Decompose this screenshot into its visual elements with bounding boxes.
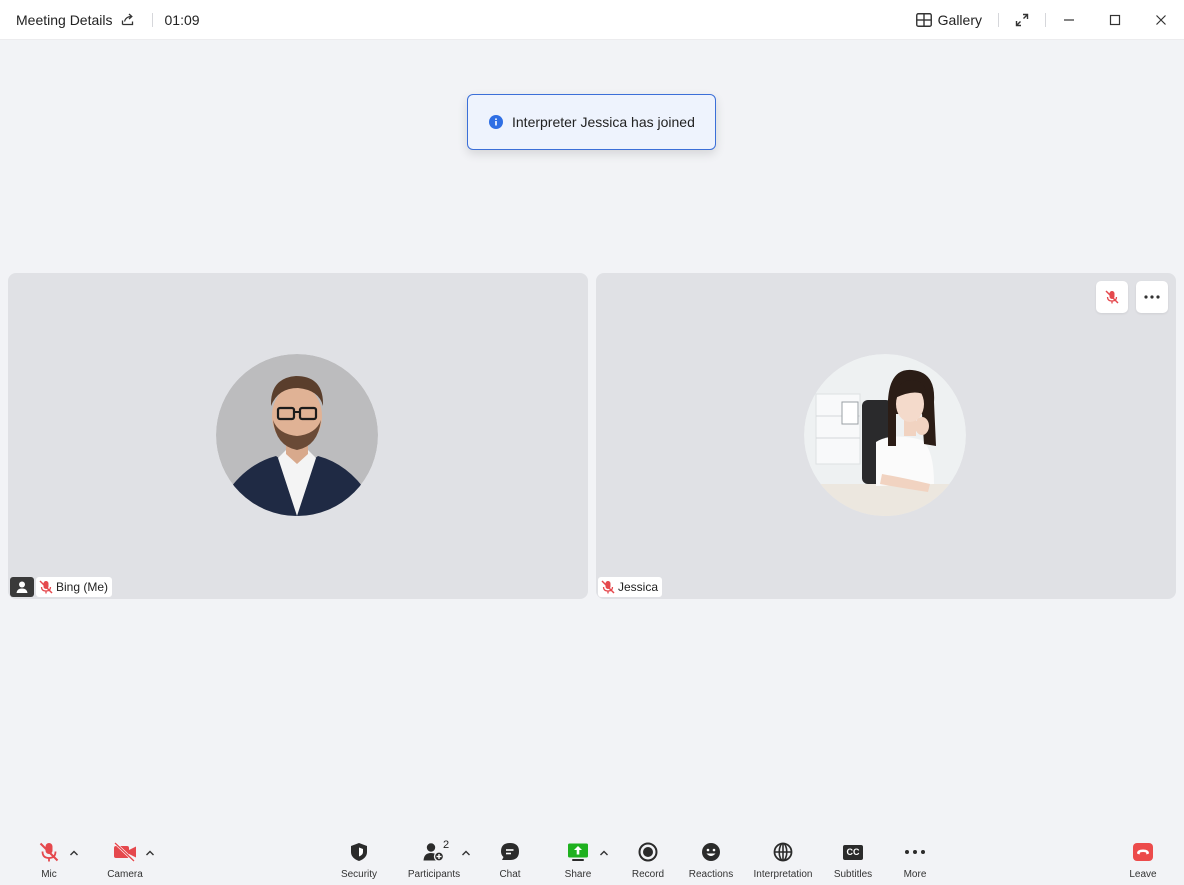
share-options-caret[interactable] — [599, 844, 609, 862]
participants-button[interactable]: Participants — [406, 835, 462, 885]
chat-label: Chat — [499, 869, 521, 880]
meeting-details-label: Meeting Details — [16, 11, 113, 28]
subtitles-button[interactable]: CC Subtitles — [831, 835, 875, 885]
mic-muted-icon — [601, 580, 615, 594]
chevron-up-icon — [600, 850, 608, 856]
security-button[interactable]: Security — [339, 835, 379, 885]
record-icon — [638, 842, 658, 862]
participants-options-caret[interactable] — [461, 844, 471, 862]
meeting-timer: 01:09 — [164, 11, 200, 28]
share-screen-icon — [568, 843, 588, 861]
more-dots-icon — [905, 850, 925, 854]
meeting-details-button[interactable]: Meeting Details — [16, 12, 134, 28]
name-label-bing: Bing (Me) — [36, 577, 113, 597]
tile-more-button[interactable] — [1136, 281, 1168, 313]
camera-off-icon — [114, 842, 136, 862]
mic-options-caret[interactable] — [69, 844, 79, 862]
subtitles-label: Subtitles — [833, 869, 873, 880]
chat-button[interactable]: Chat — [495, 835, 525, 885]
chevron-up-icon — [70, 850, 78, 856]
remote-mute-button[interactable] — [1096, 281, 1128, 313]
participants-count-badge: 2 — [443, 839, 450, 851]
globe-icon — [773, 842, 793, 862]
leave-label: Leave — [1129, 869, 1157, 880]
fullscreen-button[interactable] — [999, 0, 1045, 40]
title-bar-left: Meeting Details 01:09 — [0, 0, 200, 39]
participants-label: Participants — [407, 869, 461, 880]
minimize-button[interactable] — [1046, 0, 1092, 40]
grid-icon — [915, 12, 932, 27]
shield-icon — [351, 843, 367, 861]
share-button[interactable]: Share — [563, 835, 593, 885]
info-icon — [489, 115, 503, 129]
participant-name: Jessica — [618, 580, 659, 594]
mic-muted-icon — [39, 842, 59, 862]
camera-button[interactable]: Camera — [104, 835, 146, 885]
hang-up-icon — [1133, 843, 1153, 861]
name-tag-jessica: Jessica — [598, 577, 663, 597]
video-tile-jessica[interactable]: Jessica — [596, 273, 1176, 599]
video-tile-bing[interactable]: Bing (Me) — [8, 273, 588, 599]
closed-captions-icon: CC — [843, 844, 863, 860]
mic-label: Mic — [41, 869, 57, 880]
title-bar: Meeting Details 01:09 Gallery — [0, 0, 1184, 40]
reactions-label: Reactions — [688, 869, 734, 880]
share-label: Share — [564, 869, 592, 880]
join-notification-toast: Interpreter Jessica has joined — [467, 94, 716, 150]
close-icon — [1156, 14, 1166, 25]
leave-button[interactable]: Leave — [1127, 835, 1159, 885]
participant-name: Bing (Me) — [56, 580, 109, 594]
add-user-icon — [423, 843, 445, 862]
record-label: Record — [631, 869, 665, 880]
more-label: More — [903, 869, 927, 880]
avatar-jessica — [804, 354, 966, 516]
chevron-up-icon — [462, 850, 470, 856]
close-button[interactable] — [1138, 0, 1184, 40]
smiley-icon — [702, 843, 720, 861]
maximize-icon — [1109, 14, 1121, 25]
camera-options-caret[interactable] — [145, 844, 155, 862]
mic-button[interactable]: Mic — [34, 835, 64, 885]
user-icon — [10, 577, 34, 597]
gallery-label: Gallery — [937, 11, 982, 28]
camera-label: Camera — [107, 869, 143, 880]
reactions-button[interactable]: Reactions — [687, 835, 735, 885]
chevron-up-icon — [146, 850, 154, 856]
more-dots-icon — [1144, 295, 1160, 299]
gallery-view-button[interactable]: Gallery — [915, 11, 982, 28]
security-label: Security — [340, 869, 378, 880]
mic-muted-icon — [39, 580, 53, 594]
title-bar-right: Gallery — [915, 0, 1184, 40]
title-separator — [151, 12, 153, 27]
name-tag-bing: Bing (Me) — [10, 577, 113, 597]
mic-muted-icon — [1105, 290, 1119, 304]
maximize-button[interactable] — [1092, 0, 1138, 40]
interpretation-label: Interpretation — [753, 869, 813, 880]
minimize-icon — [1064, 18, 1074, 21]
avatar-bing — [216, 354, 378, 516]
record-button[interactable]: Record — [628, 835, 668, 885]
meeting-toolbar: Mic Camera Security Participants 2 Chat … — [0, 835, 1184, 885]
interpretation-button[interactable]: Interpretation — [752, 835, 814, 885]
toast-message: Interpreter Jessica has joined — [512, 114, 695, 130]
expand-icon — [1015, 13, 1029, 26]
more-button[interactable]: More — [900, 835, 930, 885]
chat-icon — [501, 843, 519, 860]
name-label-jessica: Jessica — [598, 577, 663, 597]
share-out-icon — [121, 13, 133, 26]
